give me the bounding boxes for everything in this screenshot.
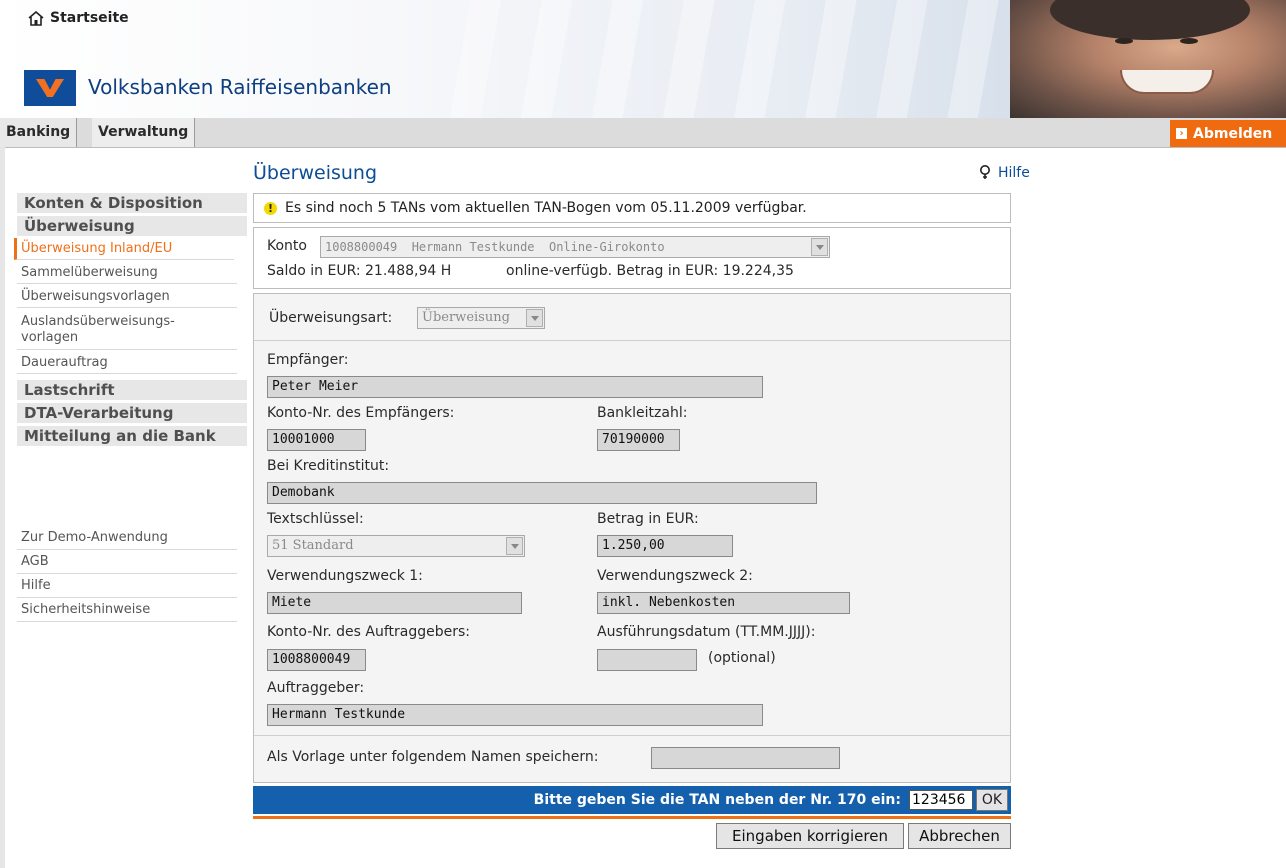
sidebar-link-agb[interactable]: AGB [17, 550, 237, 574]
header-banner [0, 0, 1286, 118]
tan-prompt: Bitte geben Sie die TAN neben der Nr. 17… [533, 792, 901, 808]
institute-field[interactable]: Demobank [267, 482, 817, 504]
sidebar-item-auslandsvorlagen-line2: vorlagen [21, 330, 79, 345]
purpose2-label: Verwendungszweck 2: [597, 568, 753, 584]
sidebar-item-mitteilung[interactable]: Mitteilung an die Bank [17, 426, 247, 446]
warning-icon: ! [264, 202, 277, 215]
bank-code-field[interactable]: 70190000 [597, 429, 680, 451]
available-amount-text: online-verfügb. Betrag in EUR: 19.224,35 [506, 263, 794, 279]
account-label: Konto [267, 238, 307, 254]
bank-name: Volksbanken Raiffeisenbanken [88, 75, 392, 99]
amount-field[interactable]: 1.250,00 [597, 535, 733, 557]
sidebar-link-demo[interactable]: Zur Demo-Anwendung [17, 526, 237, 550]
sidebar-item-sammelueberweisung[interactable]: Sammelüberweisung [17, 262, 237, 284]
text-key-select[interactable]: 51 Standard [267, 535, 525, 557]
sidebar-strip [0, 147, 5, 868]
divider [254, 340, 1010, 341]
tan-notice-text: Es sind noch 5 TANs vom aktuellen TAN-Bo… [285, 200, 807, 216]
transfer-type-label: Überweisungsart: [269, 310, 393, 326]
cancel-button[interactable]: Abbrechen [908, 823, 1011, 849]
purpose1-label: Verwendungszweck 1: [267, 568, 423, 584]
saldo-text: Saldo in EUR: 21.488,94 H [267, 263, 452, 279]
page-title: Überweisung [253, 162, 378, 184]
tan-bar: Bitte geben Sie die TAN neben der Nr. 17… [253, 786, 1011, 814]
divider [253, 816, 1011, 819]
arrow-right-icon: › [1176, 128, 1187, 139]
bank-code-label: Bankleitzahl: [597, 405, 688, 421]
amount-label: Betrag in EUR: [597, 511, 699, 527]
home-label: Startseite [50, 10, 129, 26]
tan-ok-button[interactable]: OK [976, 789, 1008, 811]
text-key-value: 51 Standard [272, 538, 354, 553]
chevron-down-icon [811, 238, 828, 256]
text-key-label: Textschlüssel: [267, 511, 364, 527]
sidebar-item-ueberweisung-inland[interactable]: Überweisung Inland/EU [14, 238, 234, 260]
sidebar-link-sicherheit[interactable]: Sicherheitshinweise [17, 598, 237, 622]
recipient-account-field[interactable]: 10001000 [267, 429, 366, 451]
recipient-label: Empfänger: [267, 352, 349, 368]
recipient-account-label: Konto-Nr. des Empfängers: [267, 405, 455, 421]
recipient-field[interactable]: Peter Meier [267, 376, 763, 398]
bank-logo [24, 70, 76, 106]
exec-date-hint: (optional) [708, 650, 776, 666]
exec-date-label: Ausführungsdatum (TT.MM.JJJJ): [597, 624, 816, 640]
payer-account-field[interactable]: 1008800049 [267, 649, 366, 671]
template-name-field[interactable] [651, 747, 840, 769]
tan-notice: ! Es sind noch 5 TANs vom aktuellen TAN-B… [253, 193, 1011, 223]
sidebar-item-dta[interactable]: DTA-Verarbeitung [17, 403, 247, 423]
tab-banking[interactable]: Banking [0, 118, 78, 147]
account-select-value: 1008800049 Hermann Testkunde Online-Giro… [325, 240, 665, 254]
help-label: Hilfe [998, 165, 1030, 181]
sidebar-item-auslandsvorlagen[interactable]: Auslandsüberweisungs- vorlagen [17, 310, 237, 350]
logout-button[interactable]: › Abmelden [1170, 120, 1286, 147]
header-photo [1010, 0, 1286, 118]
sidebar-item-konten[interactable]: Konten & Disposition [17, 193, 247, 213]
divider [254, 735, 1010, 736]
transfer-type-select[interactable]: Überweisung [417, 307, 545, 329]
home-link[interactable]: Startseite [28, 10, 129, 26]
payer-account-label: Konto-Nr. des Auftraggebers: [267, 624, 470, 640]
institute-label: Bei Kreditinstitut: [267, 458, 390, 474]
sidebar-item-lastschrift[interactable]: Lastschrift [17, 380, 247, 400]
chevron-down-icon [526, 309, 543, 327]
transfer-type-value: Überweisung [422, 310, 510, 325]
tab-verwaltung[interactable]: Verwaltung [92, 118, 196, 147]
purpose2-field[interactable]: inkl. Nebenkosten [597, 592, 850, 614]
sidebar-item-auslandsvorlagen-line1: Auslandsüberweisungs- [21, 314, 175, 329]
purpose1-field[interactable]: Miete [267, 592, 522, 614]
payer-label: Auftraggeber: [267, 680, 365, 696]
logout-label: Abmelden [1193, 125, 1273, 142]
account-select[interactable]: 1008800049 Hermann Testkunde Online-Giro… [320, 236, 830, 258]
tan-input[interactable]: 123456 [909, 790, 973, 810]
home-icon [28, 10, 44, 26]
sidebar-item-dauerauftrag[interactable]: Dauerauftrag [17, 352, 237, 374]
sidebar-item-ueberweisung[interactable]: Überweisung [17, 216, 247, 236]
payer-field[interactable]: Hermann Testkunde [267, 704, 763, 726]
help-link[interactable]: Hilfe [978, 165, 1030, 181]
sidebar-item-ueberweisungsvorlagen[interactable]: Überweisungsvorlagen [17, 286, 237, 308]
exec-date-field[interactable] [597, 649, 697, 671]
template-label: Als Vorlage unter folgendem Namen speich… [267, 749, 599, 765]
help-icon [980, 165, 990, 179]
correct-input-button[interactable]: Eingaben korrigieren [716, 823, 904, 849]
chevron-down-icon [506, 537, 523, 555]
sidebar-link-hilfe[interactable]: Hilfe [17, 574, 237, 598]
